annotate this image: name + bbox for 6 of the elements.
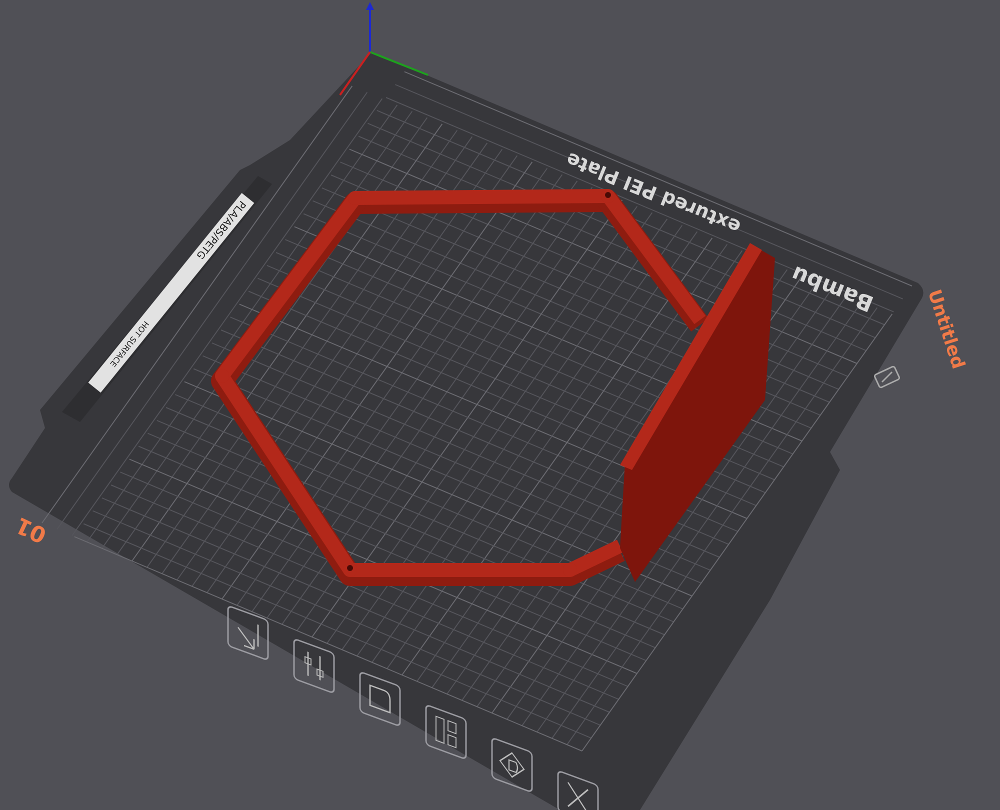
edit-icon[interactable] [873,365,901,389]
plate-number: 01 [12,512,51,548]
close-tool-icon[interactable] [557,770,599,810]
axes-icon [339,2,428,96]
sliders-tool-icon[interactable] [293,638,335,694]
layout-tool-icon[interactable] [425,704,467,760]
